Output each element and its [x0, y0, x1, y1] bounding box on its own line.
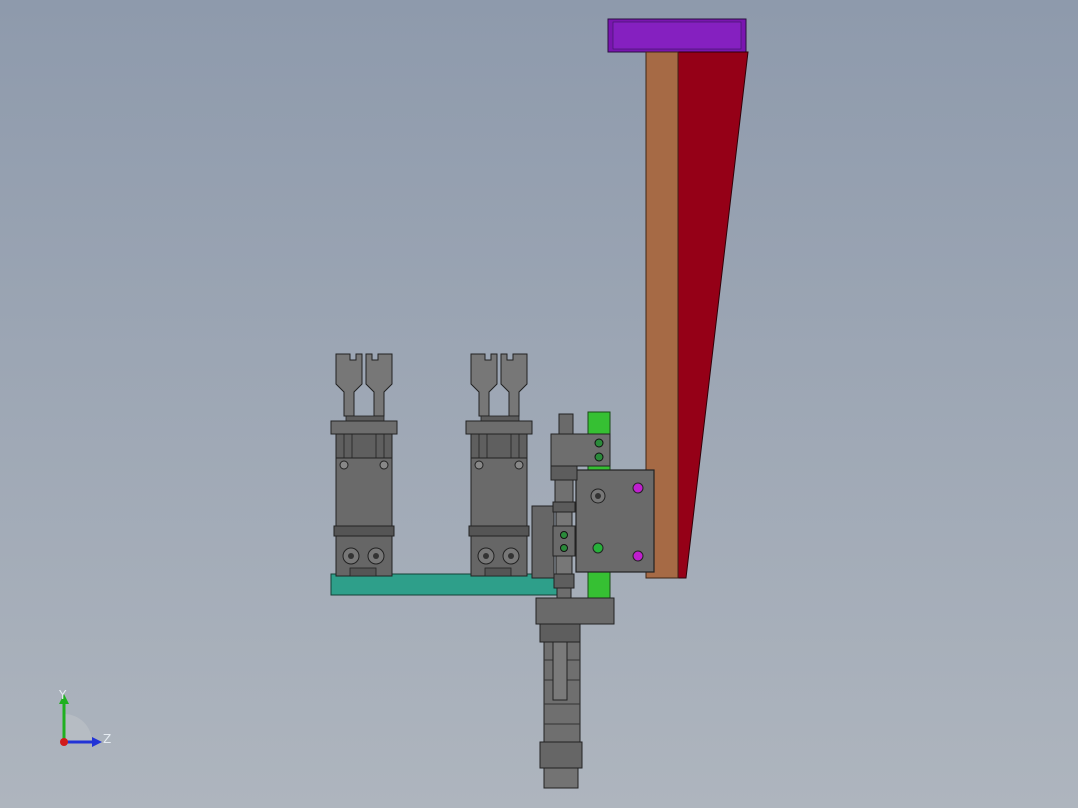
base-plate[interactable]: [330, 573, 562, 596]
gripper-left[interactable]: [330, 353, 398, 577]
mount-plate[interactable]: [575, 469, 655, 573]
triad-x-axis: [60, 738, 68, 746]
mount-screw-top-right: [632, 482, 644, 494]
mount-screw-bottom-right: [632, 550, 644, 562]
lower-cylinder[interactable]: [535, 597, 615, 789]
gripper-left-finger-a: [335, 353, 363, 417]
top-bracket-inner: [612, 21, 742, 50]
gripper-left-finger-b: [365, 353, 393, 417]
red-tapered-plate[interactable]: [677, 51, 749, 579]
mount-screw-bottom-left: [592, 542, 604, 554]
gripper-right-finger-b: [500, 353, 528, 417]
cad-viewport[interactable]: Y Z: [0, 0, 1078, 808]
triad-z-label: Z: [103, 732, 112, 746]
assembly-model[interactable]: [0, 0, 1078, 808]
gripper-right[interactable]: [465, 353, 533, 577]
triad-y-label: Y: [59, 688, 67, 702]
triad-rotation-wedge: [64, 714, 92, 742]
vertical-shaft-assembly[interactable]: [531, 465, 578, 599]
gripper-right-finger-a: [470, 353, 498, 417]
